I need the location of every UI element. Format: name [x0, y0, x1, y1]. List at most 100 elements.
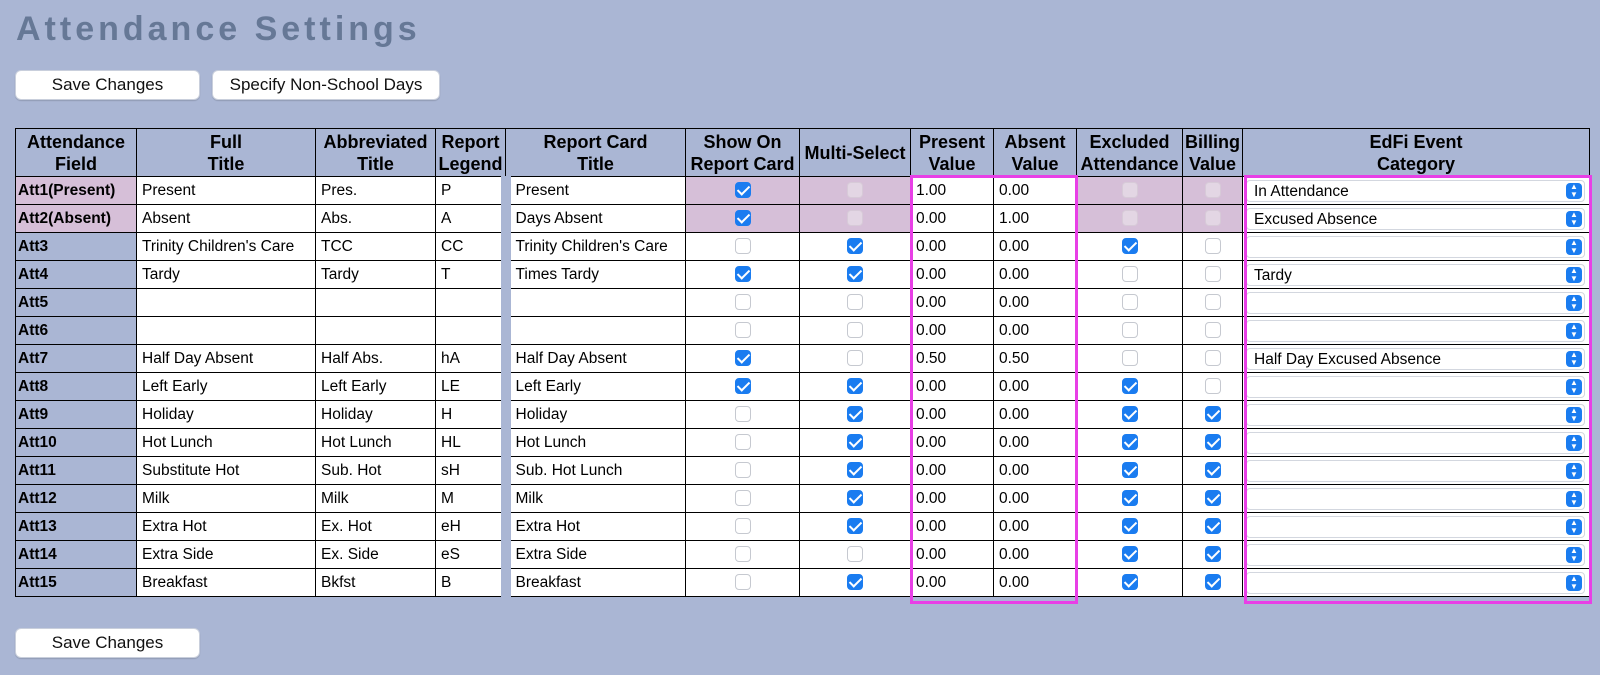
full-title-field[interactable]: Present	[136, 176, 316, 205]
abbreviated-title-field[interactable]: TCC	[315, 232, 436, 261]
excluded-attendance-checkbox[interactable]	[1121, 294, 1138, 311]
billing-value-checkbox[interactable]	[1204, 574, 1221, 591]
abbreviated-title-field[interactable]: Tardy	[315, 260, 436, 289]
absent-value-field[interactable]: 0.00	[993, 568, 1077, 597]
report-legend-field[interactable]: CC	[435, 232, 511, 261]
report-legend-field[interactable]: HL	[435, 428, 511, 457]
report-card-title-field[interactable]: Extra Hot	[505, 512, 686, 541]
report-legend-field[interactable]: H	[435, 400, 511, 429]
report-legend-field[interactable]: sH	[435, 456, 511, 485]
abbreviated-title-field[interactable]: Half Abs.	[315, 344, 436, 373]
present-value-field[interactable]: 0.00	[910, 204, 994, 233]
present-value-field[interactable]: 0.00	[910, 260, 994, 289]
multi-select-checkbox[interactable]	[847, 238, 863, 255]
full-title-field[interactable]	[136, 316, 316, 345]
multi-select-checkbox[interactable]	[847, 546, 863, 563]
full-title-field[interactable]: Absent	[136, 204, 316, 233]
multi-select-checkbox[interactable]	[847, 518, 863, 535]
report-legend-field[interactable]: eH	[435, 512, 511, 541]
show-on-report-card-checkbox[interactable]	[734, 378, 751, 395]
present-value-field[interactable]: 0.00	[910, 568, 994, 597]
show-on-report-card-checkbox[interactable]	[734, 238, 751, 255]
present-value-field[interactable]: 0.00	[910, 428, 994, 457]
present-value-field[interactable]: 0.00	[910, 372, 994, 401]
report-card-title-field[interactable]: Sub. Hot Lunch	[505, 456, 686, 485]
billing-value-checkbox[interactable]	[1204, 462, 1221, 479]
absent-value-field[interactable]: 0.00	[993, 428, 1077, 457]
present-value-field[interactable]: 0.00	[910, 484, 994, 513]
present-value-field[interactable]: 0.00	[910, 288, 994, 317]
abbreviated-title-field[interactable]: Abs.	[315, 204, 436, 233]
multi-select-checkbox[interactable]	[847, 462, 863, 479]
report-card-title-field[interactable]: Breakfast	[505, 568, 686, 597]
present-value-field[interactable]: 0.00	[910, 316, 994, 345]
multi-select-checkbox[interactable]	[847, 490, 863, 507]
full-title-field[interactable]: Extra Hot	[136, 512, 316, 541]
report-card-title-field[interactable]	[505, 316, 686, 345]
abbreviated-title-field[interactable]: Ex. Hot	[315, 512, 436, 541]
edfi-category-select[interactable]: ▲ ▼	[1246, 515, 1585, 538]
billing-value-checkbox[interactable]	[1204, 518, 1221, 535]
present-value-field[interactable]: 0.00	[910, 540, 994, 569]
abbreviated-title-field[interactable]: Pres.	[315, 176, 436, 205]
excluded-attendance-checkbox[interactable]	[1121, 462, 1138, 479]
save-changes-button[interactable]: Save Changes	[15, 70, 200, 100]
excluded-attendance-checkbox[interactable]	[1121, 406, 1138, 423]
edfi-category-select[interactable]: Tardy ▲ ▼	[1246, 263, 1585, 286]
report-card-title-field[interactable]	[505, 288, 686, 317]
abbreviated-title-field[interactable]: Milk	[315, 484, 436, 513]
billing-value-checkbox[interactable]	[1204, 294, 1221, 311]
edfi-category-select[interactable]: ▲ ▼	[1246, 319, 1585, 342]
show-on-report-card-checkbox[interactable]	[734, 210, 751, 227]
edfi-category-select[interactable]: ▲ ▼	[1246, 431, 1585, 454]
absent-value-field[interactable]: 0.00	[993, 260, 1077, 289]
show-on-report-card-checkbox[interactable]	[734, 574, 751, 591]
report-legend-field[interactable]: P	[435, 176, 511, 205]
abbreviated-title-field[interactable]	[315, 316, 436, 345]
absent-value-field[interactable]: 0.00	[993, 400, 1077, 429]
show-on-report-card-checkbox[interactable]	[734, 294, 751, 311]
billing-value-checkbox[interactable]	[1204, 266, 1221, 283]
multi-select-checkbox[interactable]	[847, 266, 863, 283]
full-title-field[interactable]: Tardy	[136, 260, 316, 289]
edfi-category-select[interactable]: ▲ ▼	[1246, 571, 1585, 594]
show-on-report-card-checkbox[interactable]	[734, 406, 751, 423]
full-title-field[interactable]	[136, 288, 316, 317]
excluded-attendance-checkbox[interactable]	[1121, 378, 1138, 395]
full-title-field[interactable]: Substitute Hot	[136, 456, 316, 485]
report-card-title-field[interactable]: Extra Side	[505, 540, 686, 569]
abbreviated-title-field[interactable]: Sub. Hot	[315, 456, 436, 485]
abbreviated-title-field[interactable]: Holiday	[315, 400, 436, 429]
full-title-field[interactable]: Milk	[136, 484, 316, 513]
billing-value-checkbox[interactable]	[1204, 378, 1221, 395]
edfi-category-select[interactable]: ▲ ▼	[1246, 235, 1585, 258]
report-card-title-field[interactable]: Left Early	[505, 372, 686, 401]
edfi-category-select[interactable]: Excused Absence ▲ ▼	[1246, 207, 1585, 230]
report-card-title-field[interactable]: Holiday	[505, 400, 686, 429]
report-card-title-field[interactable]: Milk	[505, 484, 686, 513]
abbreviated-title-field[interactable]: Ex. Side	[315, 540, 436, 569]
report-legend-field[interactable]: T	[435, 260, 511, 289]
report-legend-field[interactable]	[435, 288, 511, 317]
show-on-report-card-checkbox[interactable]	[734, 490, 751, 507]
abbreviated-title-field[interactable]: Bkfst	[315, 568, 436, 597]
edfi-category-select[interactable]: In Attendance ▲ ▼	[1246, 179, 1585, 202]
excluded-attendance-checkbox[interactable]	[1121, 266, 1138, 283]
absent-value-field[interactable]: 0.00	[993, 456, 1077, 485]
multi-select-checkbox[interactable]	[847, 350, 863, 367]
full-title-field[interactable]: Extra Side	[136, 540, 316, 569]
full-title-field[interactable]: Breakfast	[136, 568, 316, 597]
show-on-report-card-checkbox[interactable]	[734, 518, 751, 535]
show-on-report-card-checkbox[interactable]	[734, 434, 751, 451]
report-legend-field[interactable]: A	[435, 204, 511, 233]
excluded-attendance-checkbox[interactable]	[1121, 434, 1138, 451]
present-value-field[interactable]: 0.00	[910, 232, 994, 261]
multi-select-checkbox[interactable]	[847, 378, 863, 395]
report-card-title-field[interactable]: Times Tardy	[505, 260, 686, 289]
report-legend-field[interactable]: LE	[435, 372, 511, 401]
excluded-attendance-checkbox[interactable]	[1121, 350, 1138, 367]
full-title-field[interactable]: Left Early	[136, 372, 316, 401]
multi-select-checkbox[interactable]	[847, 434, 863, 451]
edfi-category-select[interactable]: ▲ ▼	[1246, 543, 1585, 566]
multi-select-checkbox[interactable]	[847, 406, 863, 423]
